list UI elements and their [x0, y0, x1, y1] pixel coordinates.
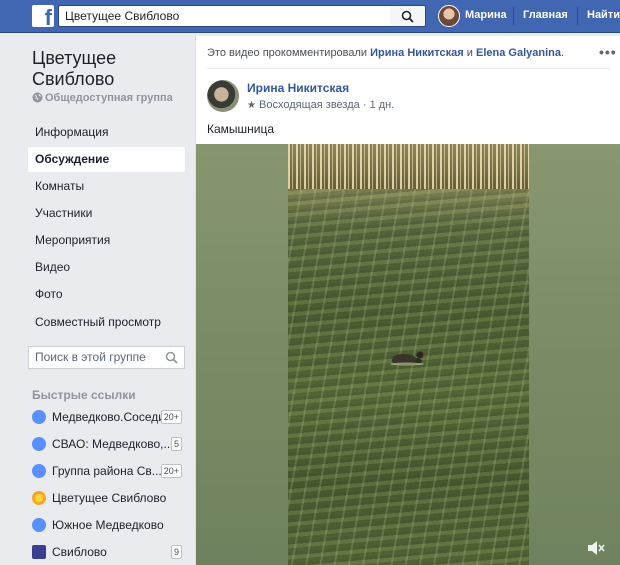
notification-badge: 20+: [160, 464, 182, 478]
commenter-link[interactable]: Ирина Никитская: [370, 47, 464, 59]
post-author[interactable]: Ирина Никитская: [247, 81, 349, 95]
home-link[interactable]: Главная: [523, 9, 568, 21]
bird-image: [390, 351, 427, 366]
quick-link-item[interactable]: Цветущее Свиблово: [32, 489, 184, 507]
post-card: Это видео прокомментировали Ирина Никитс…: [195, 36, 620, 565]
top-navigation-bar: f Цветущее Свиблово Марина Главная Найти: [0, 0, 620, 33]
group-privacy: Общедоступная группа: [32, 92, 173, 104]
flower-icon: [32, 491, 46, 505]
quick-link-item[interactable]: Медведково.Соседи. 20+: [32, 408, 184, 426]
author-badge: Восходящая звезда: [259, 99, 360, 111]
group-icon: [32, 518, 46, 532]
notification-badge: 9: [170, 545, 182, 559]
nav-item-photos[interactable]: Фото: [28, 282, 185, 307]
group-icon: [32, 437, 46, 451]
group-logo-icon: [32, 545, 46, 559]
group-search-input[interactable]: Поиск в этой группе: [28, 346, 185, 369]
quick-link-item[interactable]: СВАО: Медведково,... 5: [32, 435, 184, 453]
divider: [513, 7, 514, 25]
nav-item-watch-party[interactable]: Совместный просмотр: [28, 310, 185, 335]
post-timestamp[interactable]: 1 дн.: [370, 99, 395, 111]
search-icon: [401, 10, 414, 23]
quick-links-header: Быстрые ссылки: [32, 388, 136, 402]
find-friends-link[interactable]: Найти: [587, 9, 620, 21]
nav-item-info[interactable]: Информация: [28, 120, 185, 145]
video-frame: [288, 144, 529, 565]
group-icon: [32, 464, 46, 478]
nav-item-discussion[interactable]: Обсуждение: [28, 147, 185, 172]
nav-item-videos[interactable]: Видео: [28, 255, 185, 280]
divider: [207, 68, 611, 69]
reeds-image: [288, 144, 529, 189]
post-activity-header: Это видео прокомментировали Ирина Никитс…: [207, 47, 565, 59]
video-player[interactable]: [196, 144, 620, 565]
profile-link[interactable]: Марина: [465, 9, 507, 21]
commenter-link[interactable]: Elena Galyanina: [476, 47, 561, 59]
group-title[interactable]: Цветущее Свиблово: [32, 48, 192, 90]
quick-link-item[interactable]: Южное Медведково: [32, 516, 184, 534]
search-button[interactable]: [390, 5, 426, 27]
quick-link-item[interactable]: Свиблово 9: [32, 543, 184, 561]
group-search-placeholder: Поиск в этой группе: [35, 350, 146, 364]
group-icon: [32, 410, 46, 424]
facebook-logo[interactable]: f: [32, 5, 54, 27]
video-blur-background: [529, 144, 620, 565]
star-icon: ★: [247, 100, 256, 111]
video-blur-background: [196, 144, 288, 565]
nav-item-events[interactable]: Мероприятия: [28, 228, 185, 253]
author-avatar[interactable]: [207, 80, 239, 112]
quick-link-item[interactable]: Группа района Св... 20+: [32, 462, 184, 480]
user-avatar[interactable]: [438, 5, 460, 27]
notification-badge: 5: [170, 437, 182, 451]
nav-item-rooms[interactable]: Комнаты: [28, 174, 185, 199]
post-meta: ★ Восходящая звезда · 1 дн.: [247, 99, 395, 111]
volume-muted-icon[interactable]: [586, 539, 606, 557]
post-text: Камышница: [207, 122, 275, 136]
globe-icon: [32, 92, 43, 103]
notification-badge: 20+: [160, 410, 182, 424]
divider: [577, 7, 578, 25]
search-icon: [165, 351, 178, 364]
more-options-button[interactable]: •••: [599, 44, 617, 60]
nav-item-members[interactable]: Участники: [28, 201, 185, 226]
search-input[interactable]: Цветущее Свиблово: [58, 5, 390, 27]
